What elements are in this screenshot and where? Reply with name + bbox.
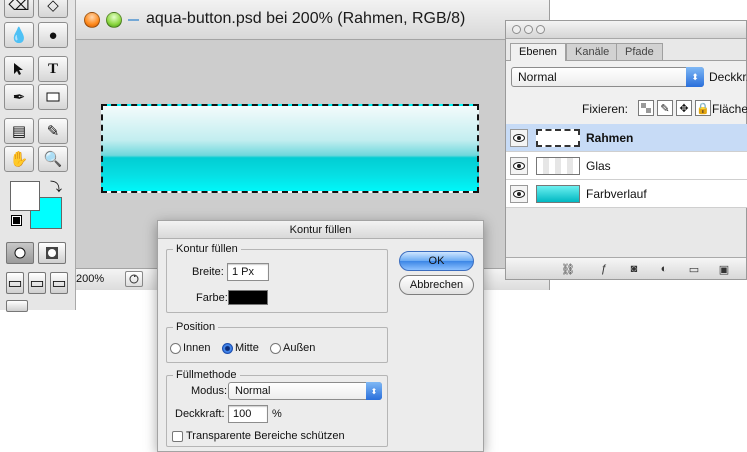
document-title: aqua-button.psd bei 200% (Rahmen, RGB/8) bbox=[146, 10, 466, 27]
layer-name: Rahmen bbox=[586, 131, 634, 145]
tab-kanaele[interactable]: Kanäle bbox=[566, 43, 619, 61]
mode-value: Normal bbox=[235, 385, 271, 397]
layers-options: Normal ⬍ Deckkr. Fixieren: ✎ ✥ 🔒 Fläche bbox=[506, 60, 747, 124]
pen-tool-icon[interactable]: ✒ bbox=[4, 84, 34, 110]
layer-row-farbverlauf[interactable]: Farbverlauf bbox=[506, 180, 747, 208]
type-tool-icon[interactable]: T bbox=[38, 56, 68, 82]
lock-all-icon[interactable]: 🔒 bbox=[695, 100, 711, 116]
eye-visibility-icon[interactable] bbox=[510, 185, 528, 203]
layer-thumbnail bbox=[536, 185, 580, 203]
radio-innen[interactable] bbox=[170, 343, 181, 354]
lock-paint-icon[interactable]: ✎ bbox=[657, 100, 673, 116]
layer-row-rahmen[interactable]: Rahmen bbox=[506, 124, 747, 152]
selection-arrow-icon[interactable] bbox=[4, 56, 34, 82]
layer-row-glas[interactable]: Glas bbox=[506, 152, 747, 180]
rectangle-tool-icon[interactable] bbox=[38, 84, 68, 110]
layers-footer: ⛓ ƒ ◙ ◐ ▭ ▣ bbox=[506, 257, 746, 279]
chevron-updown-icon: ⬍ bbox=[686, 67, 704, 87]
cancel-button[interactable]: Abbrechen bbox=[399, 275, 474, 295]
burn-tool-icon[interactable]: ● bbox=[38, 22, 68, 48]
layer-thumbnail bbox=[536, 157, 580, 175]
tab-ebenen[interactable]: Ebenen bbox=[510, 43, 566, 61]
layers-palette-titlebar bbox=[506, 21, 746, 39]
eraser-tool-icon[interactable]: ⌫ bbox=[4, 0, 34, 18]
chevron-updown-icon: ⬍ bbox=[366, 382, 382, 400]
adjustment-layer-icon[interactable]: ◐ bbox=[654, 261, 674, 277]
blur-tool-icon[interactable]: 💧 bbox=[4, 22, 34, 48]
fill-method-group-label: Füllmethode bbox=[176, 369, 237, 381]
quick-mask-mode-icon[interactable] bbox=[38, 242, 66, 264]
jump-to-imageready-icon[interactable] bbox=[6, 300, 28, 312]
new-layer-icon[interactable]: ▣ bbox=[714, 261, 734, 277]
palette-minimize-icon[interactable] bbox=[524, 25, 533, 34]
aqua-button-artwork[interactable] bbox=[101, 104, 479, 193]
palette-zoom-icon[interactable] bbox=[536, 25, 545, 34]
radio-mitte-label[interactable]: Mitte bbox=[235, 342, 259, 354]
layer-style-icon[interactable]: ƒ bbox=[594, 261, 614, 277]
default-colors-icon[interactable] bbox=[11, 215, 22, 226]
close-window-icon[interactable] bbox=[84, 12, 100, 28]
zoom-tool-icon[interactable]: 🔍 bbox=[38, 146, 68, 172]
lock-position-icon[interactable]: ✥ bbox=[676, 100, 692, 116]
document-titlebar: aqua-button.psd bei 200% (Rahmen, RGB/8) bbox=[76, 0, 549, 40]
paint-bucket-tool-icon[interactable]: ◇ bbox=[38, 0, 68, 18]
tools-palette: ⌫ ◇ 💧 ● T ✒ ▤ ✎ ✋ 🔍 ⤵ ▭ ▭ ▭ bbox=[0, 0, 76, 312]
opacity-field[interactable]: 100 bbox=[228, 405, 268, 423]
layers-tabs: Ebenen Kanäle Pfade bbox=[506, 43, 746, 61]
color-label: Farbe: bbox=[196, 292, 228, 304]
contour-group-label: Kontur füllen bbox=[176, 243, 238, 255]
modified-indicator-icon bbox=[128, 19, 139, 21]
stroke-dialog: Kontur füllen Kontur füllen Breite: 1 Px… bbox=[157, 220, 484, 452]
foreground-color-swatch[interactable] bbox=[10, 181, 40, 211]
opacity-label: Deckkr. bbox=[709, 70, 747, 84]
zoom-level[interactable]: 200% bbox=[76, 273, 104, 285]
blend-mode-select[interactable]: Normal ⬍ bbox=[511, 67, 704, 87]
swap-colors-icon[interactable]: ⤵ bbox=[50, 178, 62, 195]
percent-label: % bbox=[272, 408, 282, 420]
lock-transparency-icon[interactable] bbox=[638, 100, 654, 116]
width-field[interactable]: 1 Px bbox=[227, 263, 269, 281]
screen-mode-full-menu-icon[interactable]: ▭ bbox=[28, 272, 46, 294]
layer-name: Glas bbox=[586, 159, 611, 173]
radio-mitte[interactable] bbox=[222, 343, 233, 354]
link-layers-icon[interactable]: ⛓ bbox=[558, 261, 578, 277]
mode-select[interactable]: Normal ⬍ bbox=[228, 382, 382, 400]
dialog-title: Kontur füllen bbox=[158, 221, 483, 239]
preserve-transparency-label[interactable]: Transparente Bereiche schützen bbox=[186, 430, 345, 442]
standard-mode-icon[interactable] bbox=[6, 242, 34, 264]
palette-close-icon[interactable] bbox=[512, 25, 521, 34]
screen-mode-full-icon[interactable]: ▭ bbox=[50, 272, 68, 294]
layers-palette: Ebenen Kanäle Pfade Normal ⬍ Deckkr. Fix… bbox=[505, 20, 747, 280]
position-group-label: Position bbox=[176, 321, 216, 333]
opacity-label: Deckkraft: bbox=[175, 408, 225, 420]
blend-mode-value: Normal bbox=[518, 70, 557, 84]
radio-aussen-label[interactable]: Außen bbox=[283, 342, 315, 354]
screen-mode-standard-icon[interactable]: ▭ bbox=[6, 272, 24, 294]
width-label: Breite: bbox=[192, 266, 224, 278]
eyedropper-tool-icon[interactable]: ✎ bbox=[38, 118, 68, 144]
layer-thumbnail bbox=[536, 129, 580, 147]
new-group-icon[interactable]: ▭ bbox=[684, 261, 704, 277]
zoom-window-icon[interactable] bbox=[106, 12, 122, 28]
lock-row: Fixieren: ✎ ✥ 🔒 Fläche bbox=[506, 97, 747, 121]
eye-visibility-icon[interactable] bbox=[510, 157, 528, 175]
eye-visibility-icon[interactable] bbox=[510, 129, 528, 147]
hand-tool-icon[interactable]: ✋ bbox=[4, 146, 34, 172]
fill-label: Fläche bbox=[712, 102, 747, 116]
layer-name: Farbverlauf bbox=[586, 187, 647, 201]
notes-tool-icon[interactable]: ▤ bbox=[4, 118, 34, 144]
stroke-color-well[interactable] bbox=[228, 290, 268, 305]
mode-label: Modus: bbox=[191, 385, 228, 397]
preserve-transparency-checkbox[interactable] bbox=[172, 431, 183, 442]
ok-button[interactable]: OK bbox=[399, 251, 474, 271]
tab-pfade[interactable]: Pfade bbox=[616, 43, 663, 61]
radio-aussen[interactable] bbox=[270, 343, 281, 354]
lock-label: Fixieren: bbox=[582, 102, 629, 116]
add-mask-icon[interactable]: ◙ bbox=[624, 261, 644, 277]
radio-innen-label[interactable]: Innen bbox=[183, 342, 211, 354]
status-menu-icon[interactable] bbox=[125, 271, 143, 287]
